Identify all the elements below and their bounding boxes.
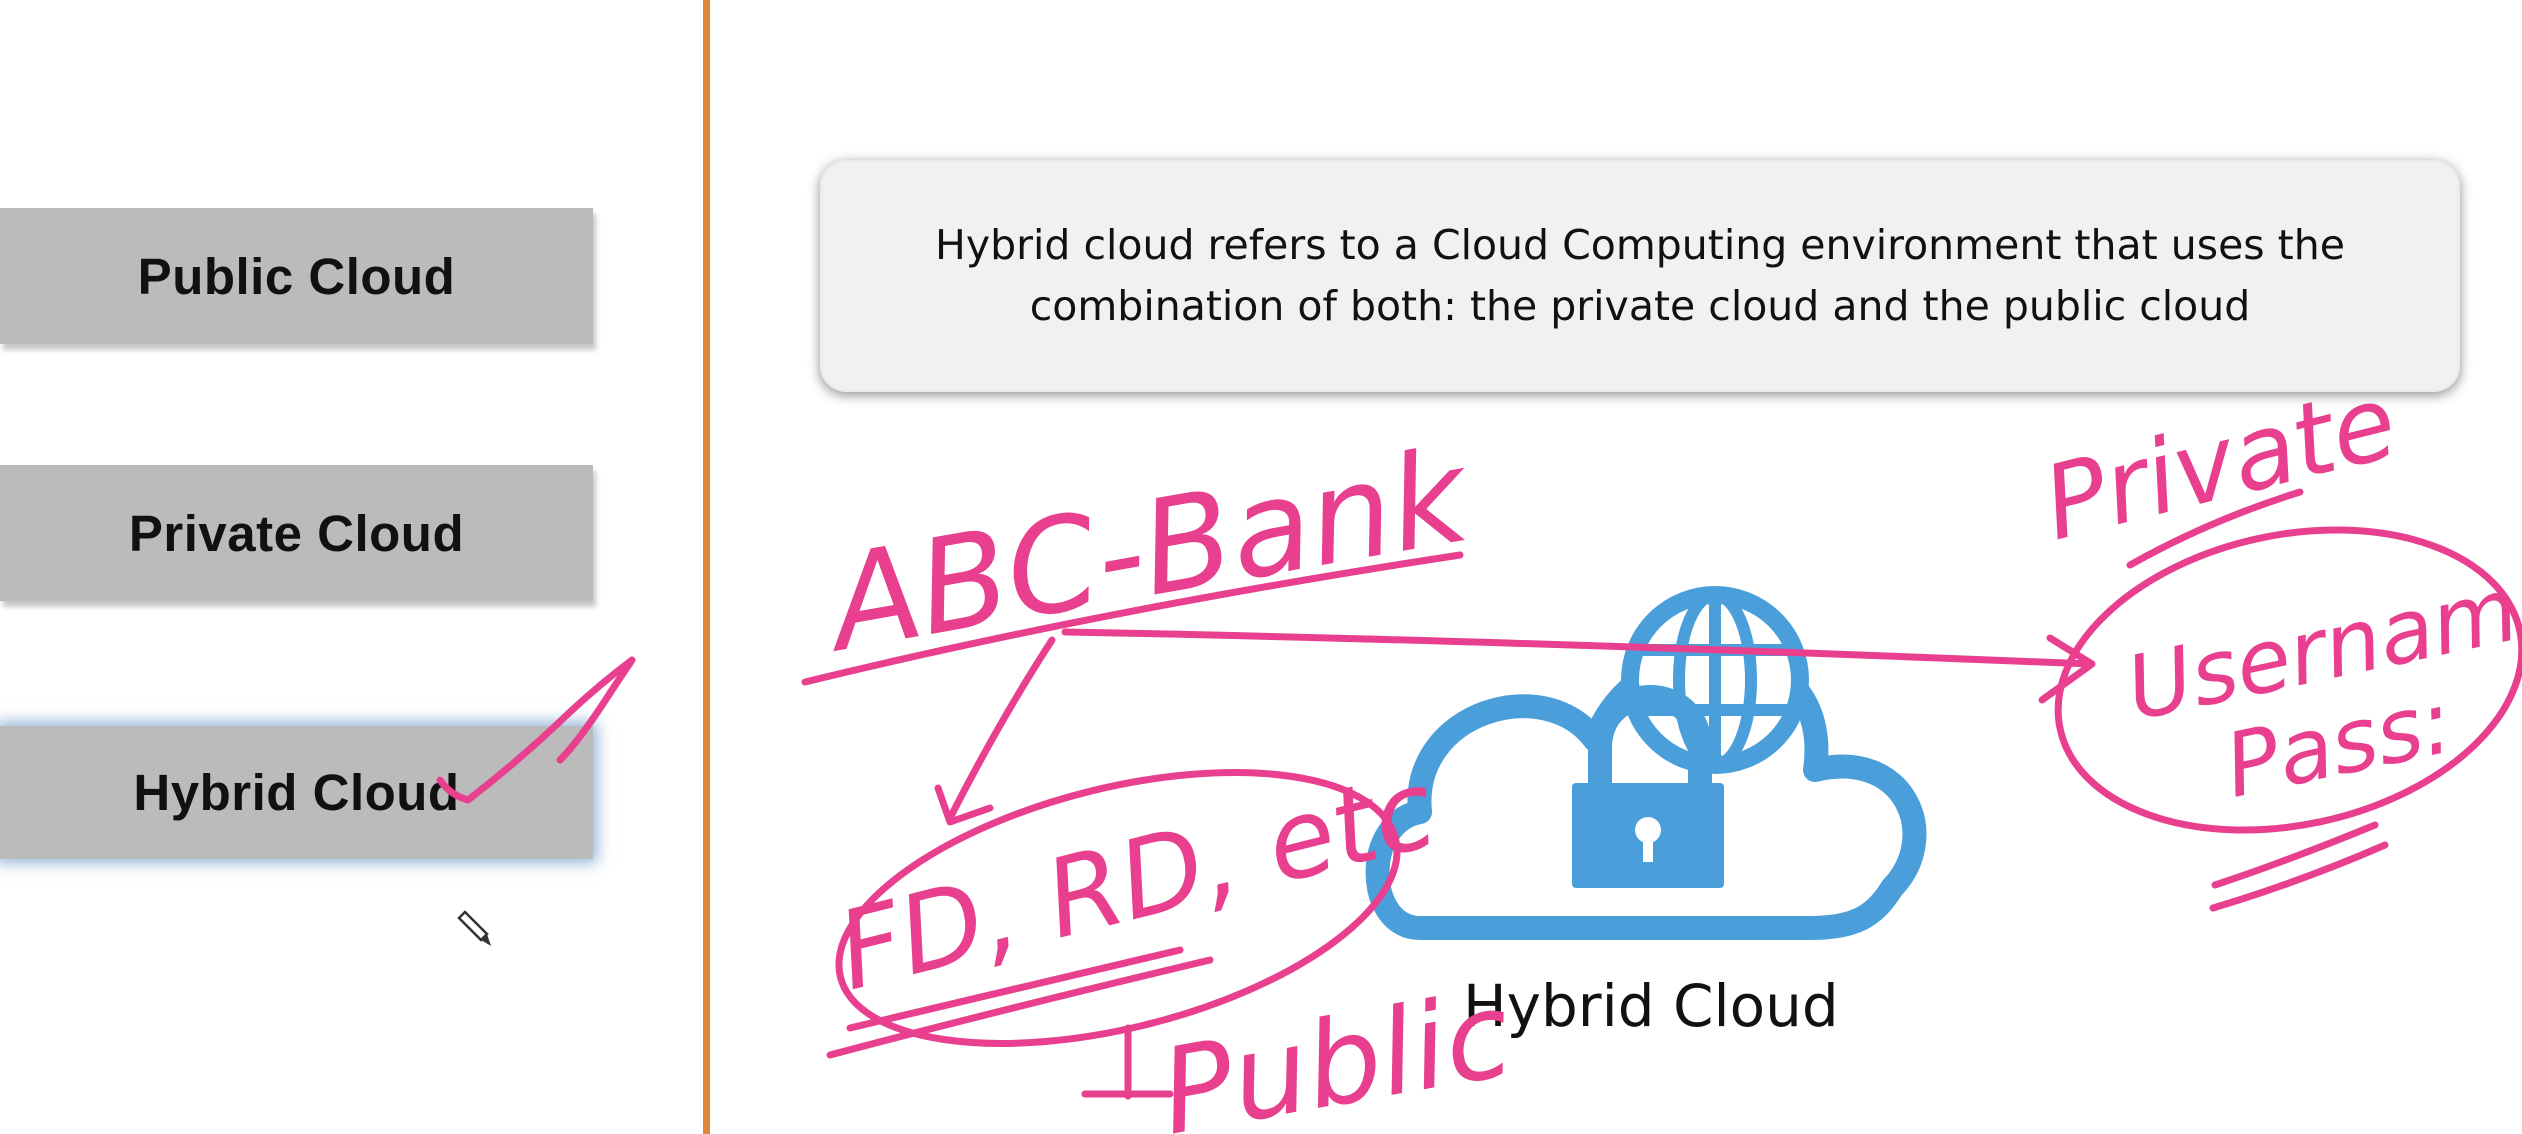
private-cloud-button[interactable]: Private Cloud (0, 465, 593, 601)
definition-text: Hybrid cloud refers to a Cloud Computing… (935, 221, 2345, 330)
pen-cursor-icon (455, 910, 495, 950)
public-cloud-label: Public Cloud (137, 247, 456, 305)
private-cloud-label: Private Cloud (128, 504, 465, 562)
slide-sidebar: Public Cloud Private Cloud Hybrid Cloud (0, 0, 703, 1134)
slide-content: Hybrid cloud refers to a Cloud Computing… (710, 0, 2522, 1134)
hybrid-cloud-caption: Hybrid Cloud (1463, 972, 1839, 1040)
definition-box: Hybrid cloud refers to a Cloud Computing… (820, 160, 2460, 392)
hybrid-cloud-button[interactable]: Hybrid Cloud (0, 726, 593, 859)
vertical-divider (703, 0, 710, 1134)
hybrid-cloud-label: Hybrid Cloud (133, 764, 460, 821)
public-cloud-button[interactable]: Public Cloud (0, 208, 593, 344)
